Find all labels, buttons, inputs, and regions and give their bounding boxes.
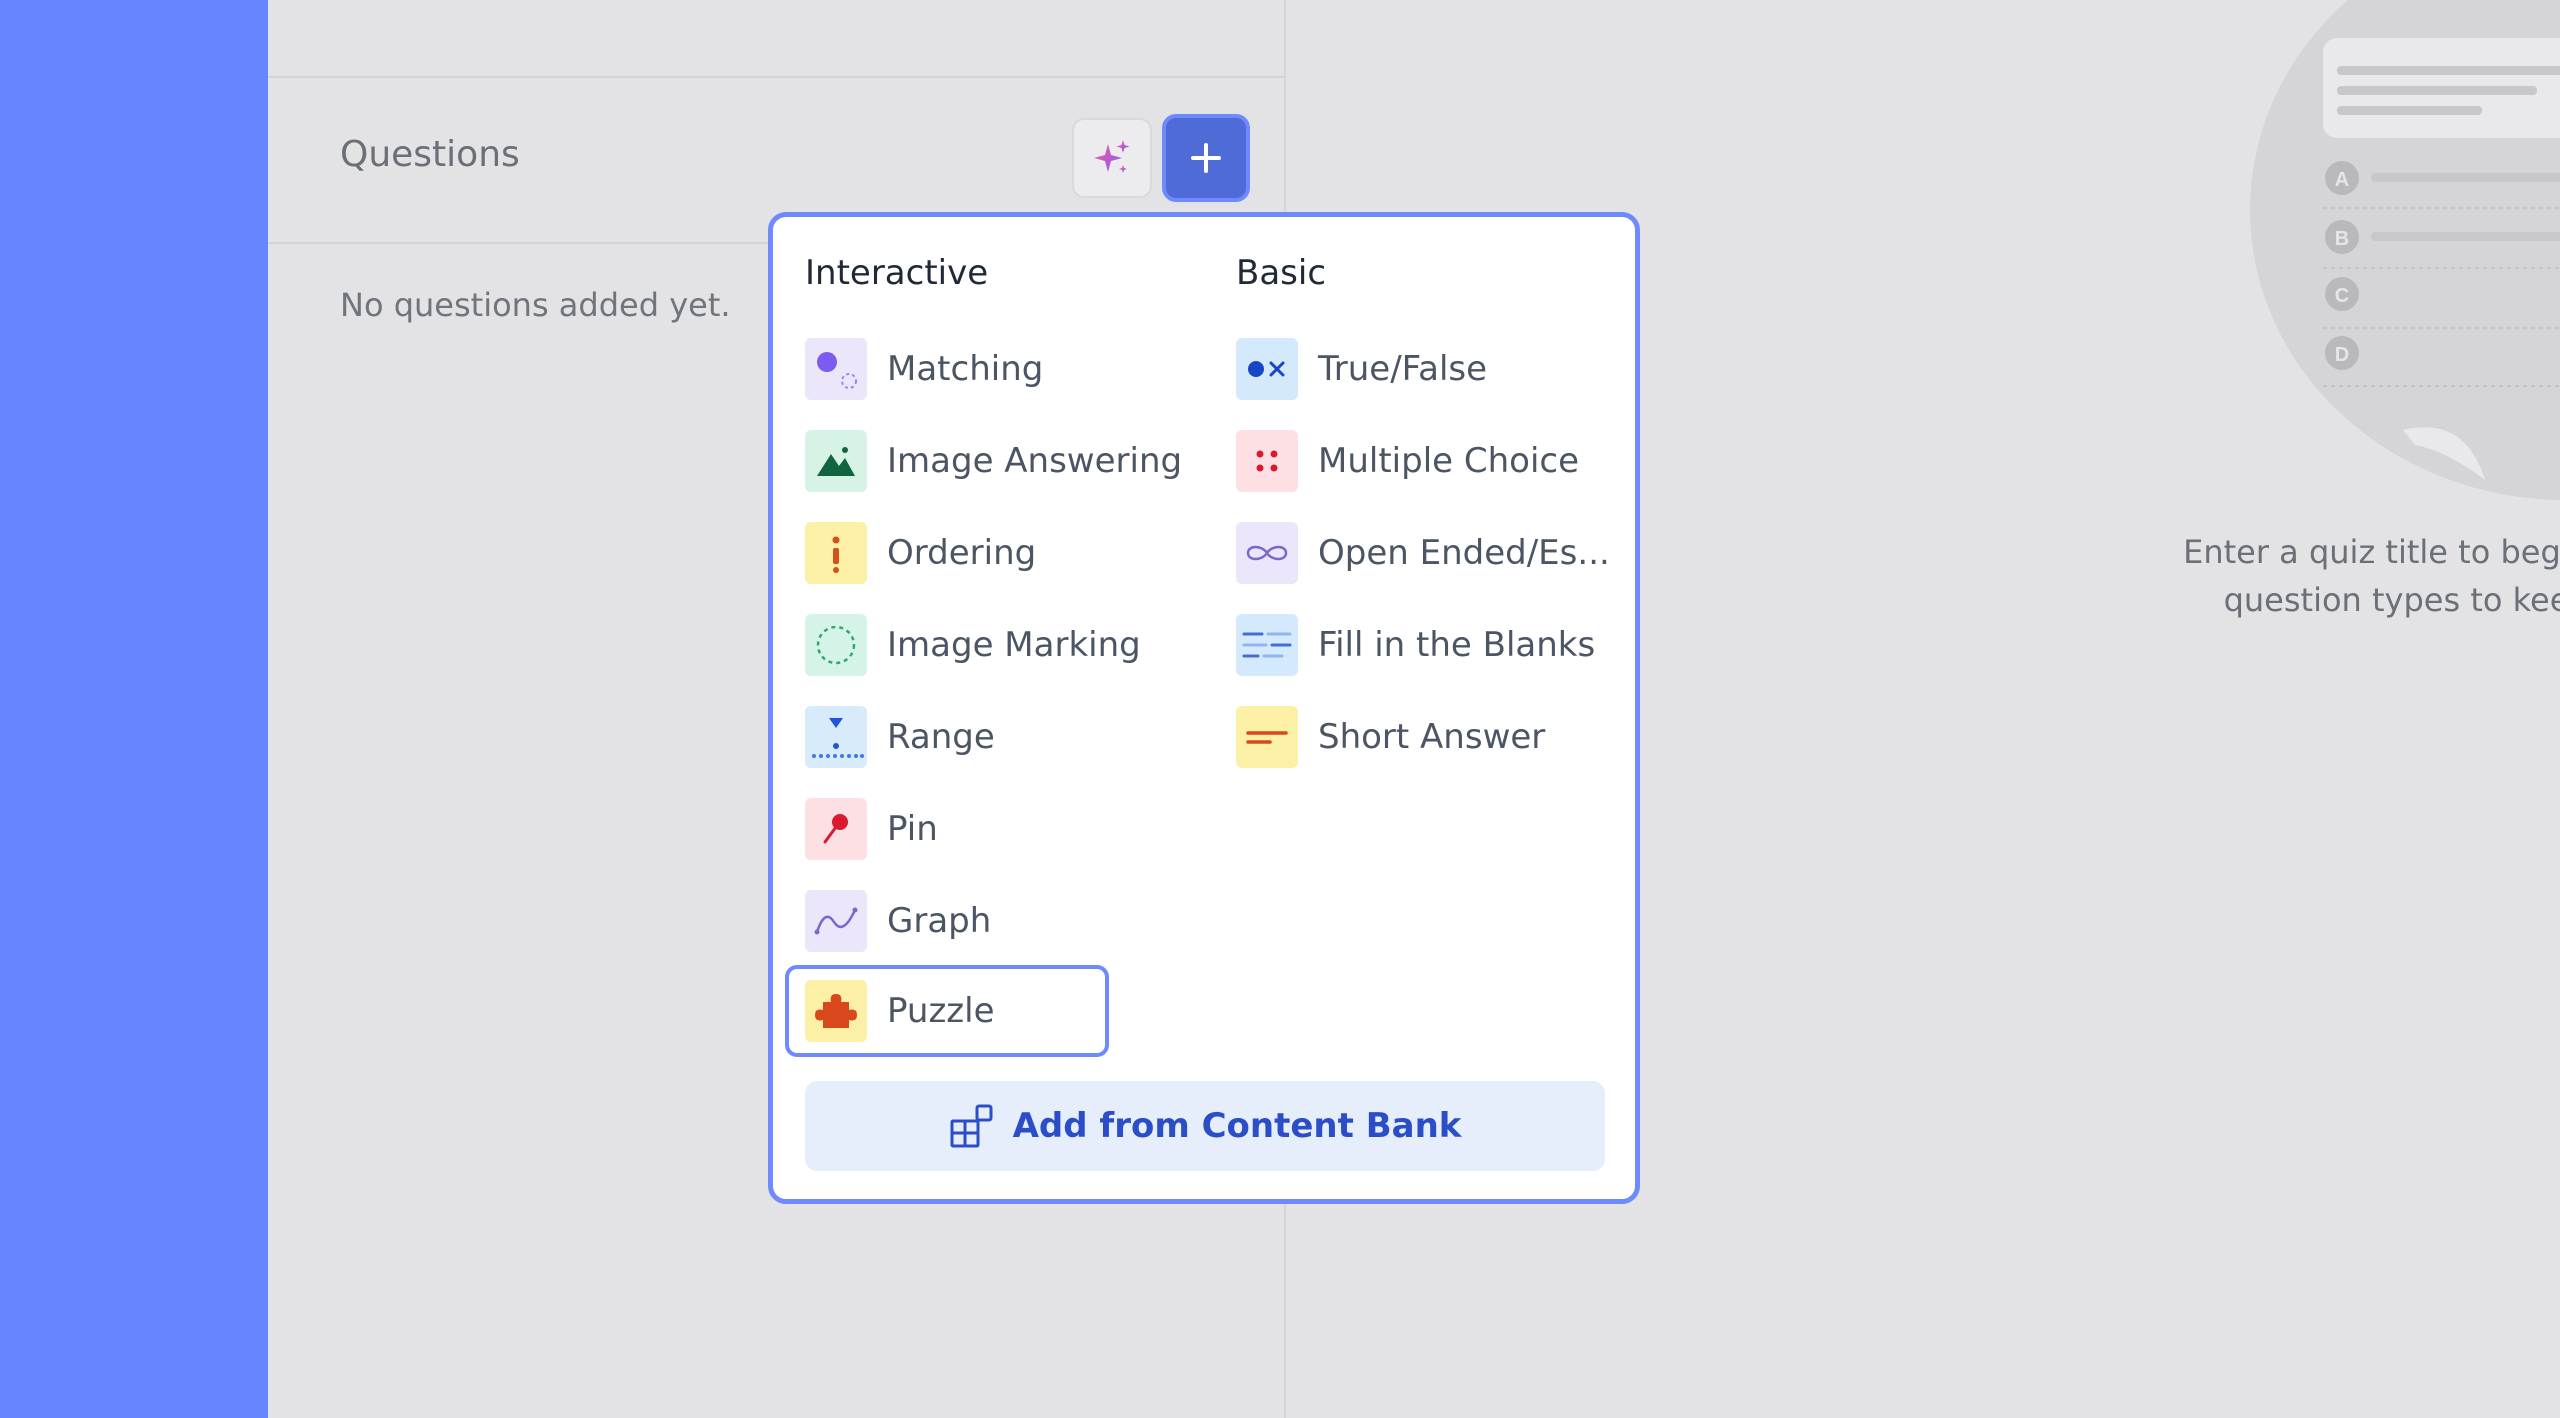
open-ended-icon xyxy=(1236,522,1298,584)
quiz-illustration-icon: A B C D xyxy=(2250,0,2560,500)
menu-item-open-ended[interactable]: Open Ended/Es... xyxy=(1236,515,1610,591)
sparkle-icon xyxy=(1094,140,1130,173)
menu-item-graph[interactable]: Graph xyxy=(805,883,991,959)
menu-item-short-answer[interactable]: Short Answer xyxy=(1236,699,1545,775)
menu-item-label: True/False xyxy=(1318,349,1488,389)
menu-item-ordering[interactable]: Ordering xyxy=(805,515,1036,591)
content-bank-label: Add from Content Bank xyxy=(1012,1106,1462,1146)
quiz-hint-line-1: Enter a quiz title to begin. Ch xyxy=(2183,533,2560,571)
plus-icon xyxy=(1191,143,1221,173)
menu-item-multiple-choice[interactable]: Multiple Choice xyxy=(1236,423,1579,499)
option-b-letter: B xyxy=(2335,228,2349,250)
option-d-letter: D xyxy=(2335,344,2349,366)
quiz-hint-line-2: question types to keep t xyxy=(2223,581,2560,619)
ordering-icon xyxy=(805,522,867,584)
menu-item-label: Range xyxy=(887,717,995,757)
panel-topbar xyxy=(268,0,1284,78)
range-icon xyxy=(805,706,867,768)
menu-item-label: Fill in the Blanks xyxy=(1318,625,1596,665)
ai-generate-button[interactable] xyxy=(1072,118,1152,198)
pin-icon xyxy=(805,798,867,860)
menu-item-fill-in-the-blanks[interactable]: Fill in the Blanks xyxy=(1236,607,1595,683)
menu-item-true-false[interactable]: True/False xyxy=(1236,331,1487,407)
content-bank-icon xyxy=(950,1104,993,1148)
puzzle-icon xyxy=(805,980,867,1042)
quiz-hint-text: Enter a quiz title to begin. Ch question… xyxy=(2118,528,2560,624)
menu-item-label: Image Answering xyxy=(887,441,1183,481)
menu-item-label: Puzzle xyxy=(887,991,995,1031)
short-answer-icon xyxy=(1236,706,1298,768)
questions-title: Questions xyxy=(340,134,520,175)
option-c-letter: C xyxy=(2335,285,2349,307)
image-answering-icon xyxy=(805,430,867,492)
menu-item-label: Ordering xyxy=(887,533,1037,573)
menu-item-pin[interactable]: Pin xyxy=(805,791,938,867)
menu-item-image-answering[interactable]: Image Answering xyxy=(805,423,1182,499)
image-marking-icon xyxy=(805,614,867,676)
graph-icon xyxy=(805,890,867,952)
fill-blanks-icon xyxy=(1236,614,1298,676)
question-type-menu: Interactive Basic Matching Image Answeri… xyxy=(768,212,1640,1204)
add-from-content-bank-button[interactable]: Add from Content Bank xyxy=(805,1081,1605,1171)
menu-item-label: Multiple Choice xyxy=(1318,441,1580,481)
menu-item-label: Short Answer xyxy=(1318,717,1546,757)
menu-item-range[interactable]: Range xyxy=(805,699,995,775)
menu-item-label: Matching xyxy=(887,349,1044,389)
empty-state-text: No questions added yet. xyxy=(340,286,731,324)
option-a-letter: A xyxy=(2335,169,2349,191)
multiple-choice-icon xyxy=(1236,430,1298,492)
menu-item-label: Pin xyxy=(887,809,938,849)
menu-item-matching[interactable]: Matching xyxy=(805,331,1043,407)
menu-item-image-marking[interactable]: Image Marking xyxy=(805,607,1141,683)
matching-icon xyxy=(805,338,867,400)
left-sidebar xyxy=(0,0,268,1418)
add-question-button[interactable] xyxy=(1162,114,1250,202)
menu-item-puzzle[interactable]: Puzzle xyxy=(785,965,1109,1057)
menu-item-label: Image Marking xyxy=(887,625,1141,665)
menu-item-label: Graph xyxy=(887,901,992,941)
interactive-heading: Interactive xyxy=(805,253,989,293)
true-false-icon xyxy=(1236,338,1298,400)
menu-item-label: Open Ended/Es... xyxy=(1318,533,1610,573)
basic-heading: Basic xyxy=(1236,253,1327,293)
